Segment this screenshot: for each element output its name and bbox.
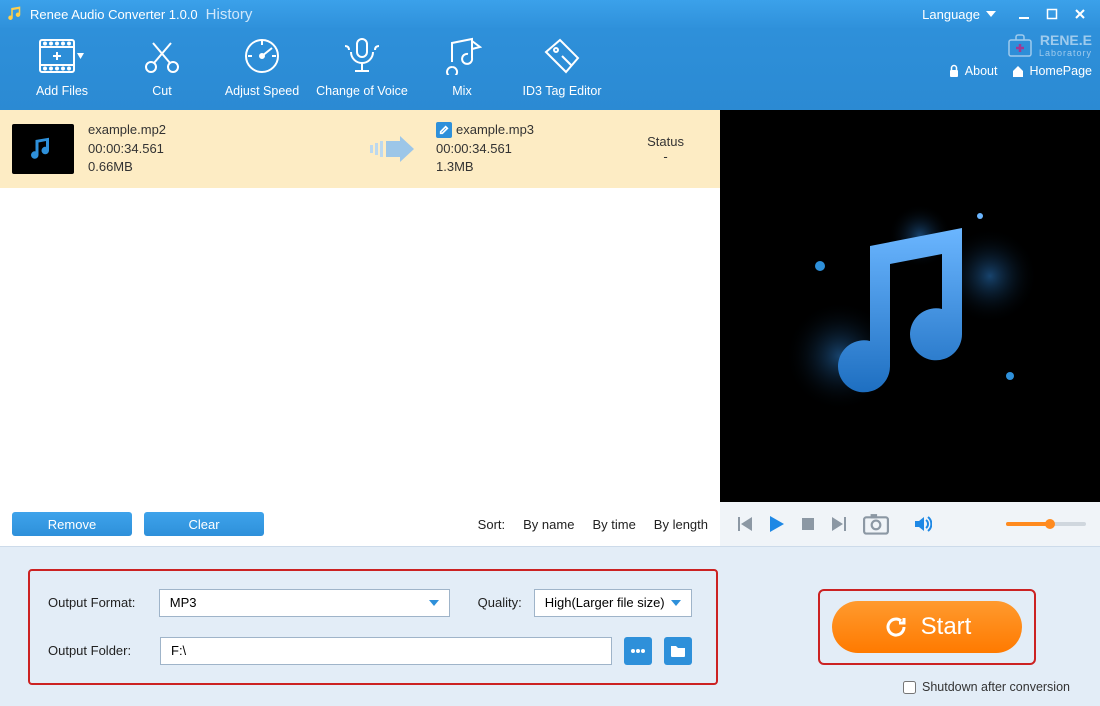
homepage-link[interactable]: HomePage [1011, 64, 1092, 78]
destination-filename: example.mp3 [456, 121, 534, 140]
cut-label: Cut [112, 84, 212, 98]
scissors-icon [112, 34, 212, 78]
list-bottom-bar: Remove Clear Sort: By name By time By le… [0, 502, 720, 546]
player-play-button[interactable] [766, 514, 786, 534]
player-bar [720, 502, 1100, 546]
lock-icon [947, 64, 961, 78]
source-duration: 00:00:34.561 [88, 140, 348, 159]
change-voice-label: Change of Voice [312, 84, 412, 98]
file-list-pane: example.mp2 00:00:34.561 0.66MB example.… [0, 110, 720, 546]
sort-label: Sort: [478, 517, 505, 532]
cut-button[interactable]: Cut [112, 34, 212, 98]
sort-by-name[interactable]: By name [523, 517, 574, 532]
volume-icon[interactable] [912, 514, 932, 534]
close-button[interactable] [1066, 4, 1094, 24]
output-format-label: Output Format: [48, 595, 147, 610]
brand-logo: RENE.ELaboratory [947, 32, 1092, 58]
file-list-empty-area [0, 188, 720, 502]
arrow-icon [362, 135, 422, 163]
source-size: 0.66MB [88, 158, 348, 177]
preview-area [720, 110, 1100, 502]
id3-tag-label: ID3 Tag Editor [512, 84, 612, 98]
start-label: Start [921, 613, 972, 641]
language-label: Language [922, 7, 980, 22]
destination-info: example.mp3 00:00:34.561 1.3MB [436, 121, 606, 178]
clear-button[interactable]: Clear [144, 512, 264, 536]
status-column: Status - [647, 134, 708, 164]
change-voice-button[interactable]: Change of Voice [312, 34, 412, 98]
chevron-down-icon [429, 600, 439, 606]
status-value: - [647, 149, 684, 164]
destination-size: 1.3MB [436, 158, 606, 177]
shutdown-checkbox[interactable] [903, 681, 916, 694]
tag-icon [512, 34, 612, 78]
adjust-speed-label: Adjust Speed [212, 84, 312, 98]
start-button[interactable]: Start [832, 601, 1022, 653]
chevron-down-icon [986, 11, 996, 17]
brand-block: RENE.ELaboratory About HomePage [947, 32, 1092, 78]
quality-value: High(Larger file size) [545, 595, 665, 610]
app-title: Renee Audio Converter 1.0.0 [30, 7, 198, 22]
main-toolbar: Add Files Cut Adjust Speed Change of Voi… [0, 28, 1100, 110]
bottom-panel: Output Format: MP3 Quality: High(Larger … [0, 546, 1100, 706]
film-add-icon [12, 34, 112, 78]
more-options-button[interactable] [624, 637, 652, 665]
player-prev-button[interactable] [734, 514, 754, 534]
shutdown-checkbox-row[interactable]: Shutdown after conversion [903, 680, 1070, 694]
sort-by-time[interactable]: By time [592, 517, 635, 532]
id3-tag-button[interactable]: ID3 Tag Editor [512, 34, 612, 98]
title-bar: Renee Audio Converter 1.0.0 History Lang… [0, 0, 1100, 28]
mix-button[interactable]: Mix [412, 34, 512, 98]
remove-button[interactable]: Remove [12, 512, 132, 536]
mix-icon [412, 34, 512, 78]
destination-duration: 00:00:34.561 [436, 140, 606, 159]
output-settings-box: Output Format: MP3 Quality: High(Larger … [28, 569, 718, 685]
gauge-icon [212, 34, 312, 78]
about-link[interactable]: About [947, 64, 998, 78]
folder-icon [670, 644, 686, 658]
history-link[interactable]: History [206, 6, 253, 23]
sort-by-length[interactable]: By length [654, 517, 708, 532]
file-row[interactable]: example.mp2 00:00:34.561 0.66MB example.… [0, 110, 720, 188]
app-icon [6, 5, 24, 23]
refresh-icon [883, 614, 909, 640]
player-stop-button[interactable] [798, 514, 818, 534]
ellipsis-icon [630, 648, 646, 654]
start-box: Start [818, 589, 1036, 665]
medical-bag-icon [1007, 32, 1033, 58]
maximize-button[interactable] [1038, 4, 1066, 24]
add-files-button[interactable]: Add Files [12, 34, 112, 98]
player-next-button[interactable] [830, 514, 850, 534]
status-header: Status [647, 134, 684, 149]
language-dropdown[interactable]: Language [922, 7, 996, 22]
quality-dropdown[interactable]: High(Larger file size) [534, 589, 692, 617]
volume-slider[interactable] [1006, 522, 1086, 526]
home-icon [1011, 64, 1025, 78]
microphone-icon [312, 34, 412, 78]
chevron-down-icon [671, 600, 681, 606]
shutdown-label: Shutdown after conversion [922, 680, 1070, 694]
output-format-dropdown[interactable]: MP3 [159, 589, 451, 617]
add-files-label: Add Files [12, 84, 112, 98]
minimize-button[interactable] [1010, 4, 1038, 24]
browse-folder-button[interactable] [664, 637, 692, 665]
mix-label: Mix [412, 84, 512, 98]
player-snapshot-button[interactable] [862, 514, 890, 534]
adjust-speed-button[interactable]: Adjust Speed [212, 34, 312, 98]
preview-art-icon [780, 176, 1040, 436]
source-filename: example.mp2 [88, 121, 348, 140]
edit-name-button[interactable] [436, 122, 452, 138]
music-note-icon [28, 134, 58, 164]
preview-pane [720, 110, 1100, 546]
output-folder-label: Output Folder: [48, 643, 148, 658]
file-thumbnail [12, 124, 74, 174]
output-format-value: MP3 [170, 595, 197, 610]
source-info: example.mp2 00:00:34.561 0.66MB [88, 121, 348, 178]
quality-label: Quality: [462, 595, 521, 610]
output-folder-input[interactable] [160, 637, 612, 665]
